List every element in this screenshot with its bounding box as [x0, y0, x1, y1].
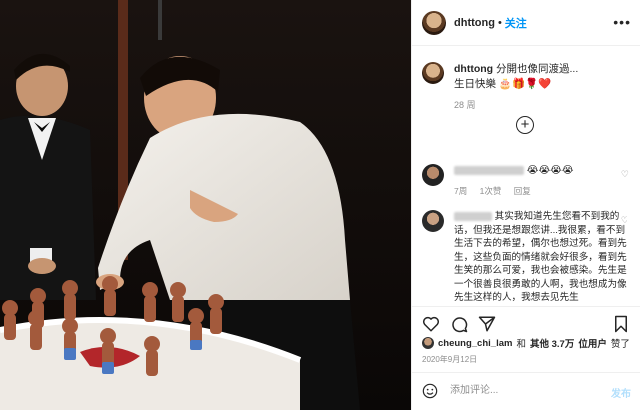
more-options-icon[interactable]: ••• — [613, 14, 631, 30]
likes-summary: cheung_chi_lam 和 其他 3.7万 位用户 赞了 — [422, 336, 630, 350]
author-username[interactable]: dhttong — [454, 17, 495, 29]
caption-emojis: 🎂🎁🌹❤️ — [498, 78, 552, 90]
comment-like-heart-icon[interactable]: ♡ — [621, 214, 627, 227]
comment-age: 7周 — [454, 186, 468, 196]
post-side-panel: dhttong • 关注 ••• dhttong 分開也像同渡過... 生日快樂… — [411, 0, 640, 410]
comment-emojis: 😭😭😭😭 — [526, 165, 574, 176]
commenter-avatar[interactable] — [422, 164, 444, 186]
follow-button[interactable]: 关注 — [505, 15, 527, 31]
caption-text-block: dhttong 分開也像同渡過... 生日快樂 🎂🎁🌹❤️ — [454, 62, 632, 92]
commenter-username-blurred[interactable] — [454, 211, 492, 221]
caption-age: 28 周 — [454, 100, 476, 110]
caption-line2: 生日快樂 — [454, 78, 496, 90]
comment-body: 其实我知道先生您看不到我的话，但我还是想跟您讲...我很累，看不到生活下去的希望… — [454, 210, 627, 305]
comment-item: 😭😭😭😭 7周 1次赞 回复 ♡ — [422, 164, 629, 198]
post-header: dhttong • 关注 ••• — [412, 0, 640, 46]
comment-meta: 7周 1次赞 回复 — [454, 185, 627, 198]
comment-item: 其实我知道先生您看不到我的话，但我还是想跟您讲...我很累，看不到生活下去的希望… — [422, 210, 627, 306]
likes-others-count[interactable]: 其他 3.7万 — [530, 336, 574, 350]
post-photo[interactable] — [0, 0, 411, 410]
liker-username[interactable]: cheung_chi_lam — [438, 338, 512, 349]
comment-body: 😭😭😭😭 7周 1次赞 回复 — [454, 164, 627, 198]
commenter-username-blurred[interactable] — [454, 165, 524, 175]
caption-avatar[interactable] — [422, 62, 444, 84]
caption-username[interactable]: dhttong — [454, 63, 493, 75]
likes-users-label[interactable]: 位用户 — [578, 336, 607, 350]
post-date[interactable]: 2020年9月12日 — [422, 354, 477, 365]
likes-and: 和 — [516, 339, 526, 350]
action-bar — [412, 306, 640, 337]
post-comment-button[interactable]: 发布 — [611, 385, 631, 400]
caption-text: 分開也像同渡過... — [495, 63, 579, 75]
add-comment-bar: 发布 — [412, 372, 640, 410]
plus-circle-icon[interactable]: + — [516, 116, 534, 134]
comment-input[interactable] — [448, 384, 592, 397]
instagram-post-window: dhttong • 关注 ••• dhttong 分開也像同渡過... 生日快樂… — [0, 0, 640, 410]
share-icon[interactable] — [478, 315, 496, 333]
likes-liked: 赞了 — [610, 339, 630, 350]
author-avatar[interactable] — [422, 10, 446, 35]
liker-avatar[interactable] — [422, 337, 434, 349]
emoji-icon[interactable] — [422, 383, 438, 399]
commenter-avatar[interactable] — [422, 210, 444, 232]
comment-icon[interactable] — [450, 315, 468, 333]
photo-illustration — [0, 0, 411, 410]
post-caption: dhttong 分開也像同渡過... 生日快樂 🎂🎁🌹❤️ 28 周 — [422, 62, 632, 113]
comment-like-heart-icon[interactable]: ♡ — [621, 168, 629, 181]
comment-likes[interactable]: 1次赞 — [480, 186, 502, 196]
bookmark-icon[interactable] — [612, 315, 630, 333]
comment-text: 其实我知道先生您看不到我的话，但我还是想跟您讲...我很累，看不到生活下去的希望… — [454, 211, 627, 303]
separator-dot: • — [497, 16, 502, 29]
comment-reply-button[interactable]: 回复 — [514, 186, 531, 196]
heart-icon[interactable] — [422, 315, 440, 333]
